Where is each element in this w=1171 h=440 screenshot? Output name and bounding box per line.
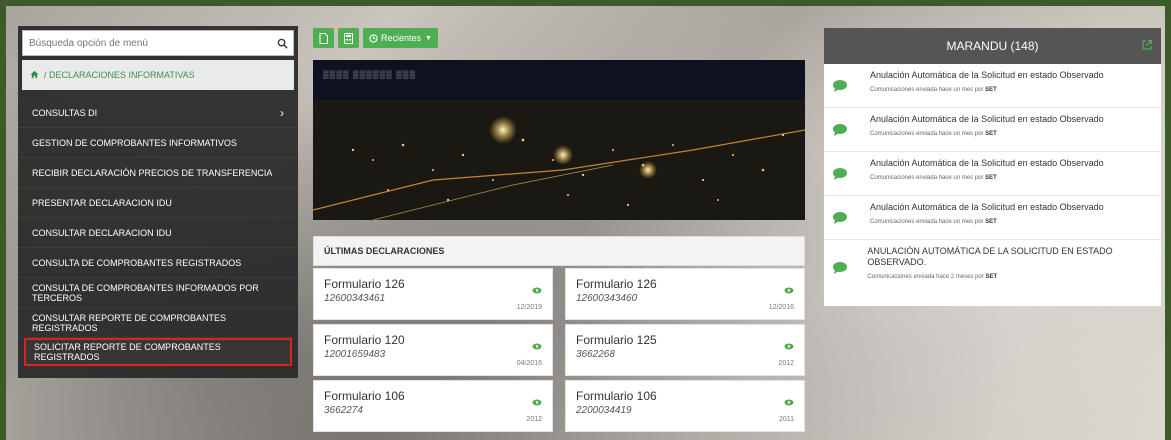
caret-down-icon: ▼ [425,34,432,42]
sidebar-item-consultar-reporte[interactable]: CONSULTAR REPORTE DE COMPROBANTES REGIST… [18,308,298,338]
declaration-number: 2200034419 [576,405,632,416]
declaration-card[interactable]: Formulario 120 12001659483 04/2016 [313,324,553,376]
declaration-number: 3662268 [576,349,615,360]
sidebar-item-presentar-idu[interactable]: PRESENTAR DECLARACION IDU [18,188,298,218]
comment-icon [832,70,870,101]
declaration-title: Formulario 106 [576,389,657,403]
notification-item[interactable]: Anulación Automática de la Solicitud en … [824,64,1161,108]
sidebar-item-recibir-precios[interactable]: RECIBIR DECLARACIÓN PRECIOS DE TRANSFERE… [18,158,298,188]
recientes-dropdown[interactable]: Recientes ▼ [363,28,438,48]
sidebar-item-label: GESTION DE COMPROBANTES INFORMATIVOS [32,137,237,148]
notification-meta: Comunicaciones enviada hace un mes por S… [870,218,997,225]
notification-meta: Comunicaciones enviada hace un mes por S… [870,130,997,137]
eye-icon[interactable] [784,281,794,299]
eye-icon[interactable] [784,337,794,355]
declaration-card[interactable]: Formulario 106 3662274 2012 [313,380,553,432]
declaration-date: 2012 [778,360,794,367]
new-document-button[interactable] [313,28,334,48]
eye-icon[interactable] [532,393,542,411]
declaration-number: 3662274 [324,405,363,416]
declaration-title: Formulario 120 [324,333,405,347]
declaration-title: Formulario 126 [324,277,405,291]
sidebar-item-label: CONSULTAS DI [32,107,98,118]
comment-icon [832,202,870,233]
eye-icon[interactable] [532,337,542,355]
comment-icon [832,114,870,145]
sidebar-item-consultar-idu[interactable]: CONSULTAR DECLARACION IDU [18,218,298,248]
declaration-number: 12001659483 [324,349,386,360]
declaration-date: 12/2019 [516,304,542,311]
notification-title: ANULACIÓN AUTOMÁTICA DE LA SOLICITUD EN … [867,246,1113,267]
sidebar-item-solicitar-reporte[interactable]: SOLICITAR REPORTE DE COMPROBANTES REGIST… [24,338,292,366]
notification-meta: Comunicaciones enviada hace un mes por S… [870,174,997,181]
sidebar-item-gestion-comprobantes[interactable]: GESTION DE COMPROBANTES INFORMATIVOS [18,128,298,158]
external-link-icon[interactable] [1141,39,1153,54]
eye-icon[interactable] [784,393,794,411]
notifications-panel: MARANDU (148) Anulación Automática de la… [824,28,1161,306]
declaration-number: 12600343460 [576,293,638,304]
declaration-number: 12600343461 [324,293,386,304]
notification-title: Anulación Automática de la Solicitud en … [870,114,1104,124]
banner-image: ▒▒▒▒ ▒▒▒▒▒▒ ▒▒▒ [313,60,805,220]
document-icon [319,32,328,44]
sidebar: / DECLARACIONES INFORMATIVAS CONSULTAS D… [18,26,298,378]
declaration-card[interactable]: Formulario 125 3662268 2012 [565,324,805,376]
eye-icon[interactable] [532,281,542,299]
panel-header: MARANDU (148) [824,28,1161,64]
search-box [22,30,294,56]
sidebar-item-label: CONSULTA DE COMPROBANTES INFORMADOS POR … [32,282,259,303]
notification-item[interactable]: Anulación Automática de la Solicitud en … [824,196,1161,240]
notification-item[interactable]: Anulación Automática de la Solicitud en … [824,108,1161,152]
declaration-date: 2011 [778,416,794,423]
declaration-card[interactable]: Formulario 126 12600343461 12/2019 [313,268,553,320]
declaration-card[interactable]: Formulario 106 2200034419 2011 [565,380,805,432]
notification-title: Anulación Automática de la Solicitud en … [870,158,1104,168]
sidebar-item-consulta-terceros[interactable]: CONSULTA DE COMPROBANTES INFORMADOS POR … [18,278,298,308]
sidebar-menu: CONSULTAS DI › GESTION DE COMPROBANTES I… [18,98,298,366]
sidebar-item-consultas-di[interactable]: CONSULTAS DI › [18,98,298,128]
search-input[interactable] [23,31,271,55]
sidebar-item-label: CONSULTA DE COMPROBANTES REGISTRADOS [32,257,242,268]
declaration-title: Formulario 126 [576,277,657,291]
comment-icon [832,158,870,189]
sidebar-item-label: CONSULTAR DECLARACION IDU [32,227,172,238]
banner-caption: ▒▒▒▒ ▒▒▒▒▒▒ ▒▒▒ [323,70,417,79]
calculator-button[interactable] [338,28,359,48]
home-icon[interactable] [30,70,39,81]
panel-title: MARANDU (148) [946,39,1039,53]
chevron-right-icon: › [280,105,284,120]
clock-icon [369,33,378,43]
sidebar-item-label: RECIBIR DECLARACIÓN PRECIOS DE TRANSFERE… [32,167,273,178]
comment-icon [832,246,867,290]
search-icon[interactable] [271,31,293,55]
sidebar-item-label: SOLICITAR REPORTE DE COMPROBANTES REGIST… [34,342,221,362]
sidebar-item-label: CONSULTAR REPORTE DE COMPROBANTES REGIST… [32,312,227,333]
notification-title: Anulación Automática de la Solicitud en … [870,70,1104,80]
declaration-card[interactable]: Formulario 126 12600343460 12/2016 [565,268,805,320]
notification-item[interactable]: Anulación Automática de la Solicitud en … [824,152,1161,196]
calculator-icon [344,32,353,44]
page-background: / DECLARACIONES INFORMATIVAS CONSULTAS D… [6,6,1165,440]
recientes-label: Recientes [381,33,422,43]
notification-meta: Comunicaciones enviada hace un mes por S… [870,86,997,93]
declaration-title: Formulario 106 [324,389,405,403]
breadcrumb: / DECLARACIONES INFORMATIVAS [22,60,294,90]
breadcrumb-label[interactable]: / DECLARACIONES INFORMATIVAS [44,70,195,80]
declaration-date: 04/2016 [516,360,542,367]
declaration-date: 12/2016 [768,304,794,311]
toolbar: Recientes ▼ [313,28,438,48]
notification-meta: Comunicaciones enviada hace 2 meses por … [867,273,998,280]
declaration-date: 2012 [526,416,542,423]
declarations-header: ÚLTIMAS DECLARACIONES [313,236,805,266]
notification-item[interactable]: ANULACIÓN AUTOMÁTICA DE LA SOLICITUD EN … [824,240,1161,296]
sidebar-item-consulta-registrados[interactable]: CONSULTA DE COMPROBANTES REGISTRADOS [18,248,298,278]
sidebar-item-label: PRESENTAR DECLARACION IDU [32,197,172,208]
notification-title: Anulación Automática de la Solicitud en … [870,202,1104,212]
declaration-title: Formulario 125 [576,333,657,347]
